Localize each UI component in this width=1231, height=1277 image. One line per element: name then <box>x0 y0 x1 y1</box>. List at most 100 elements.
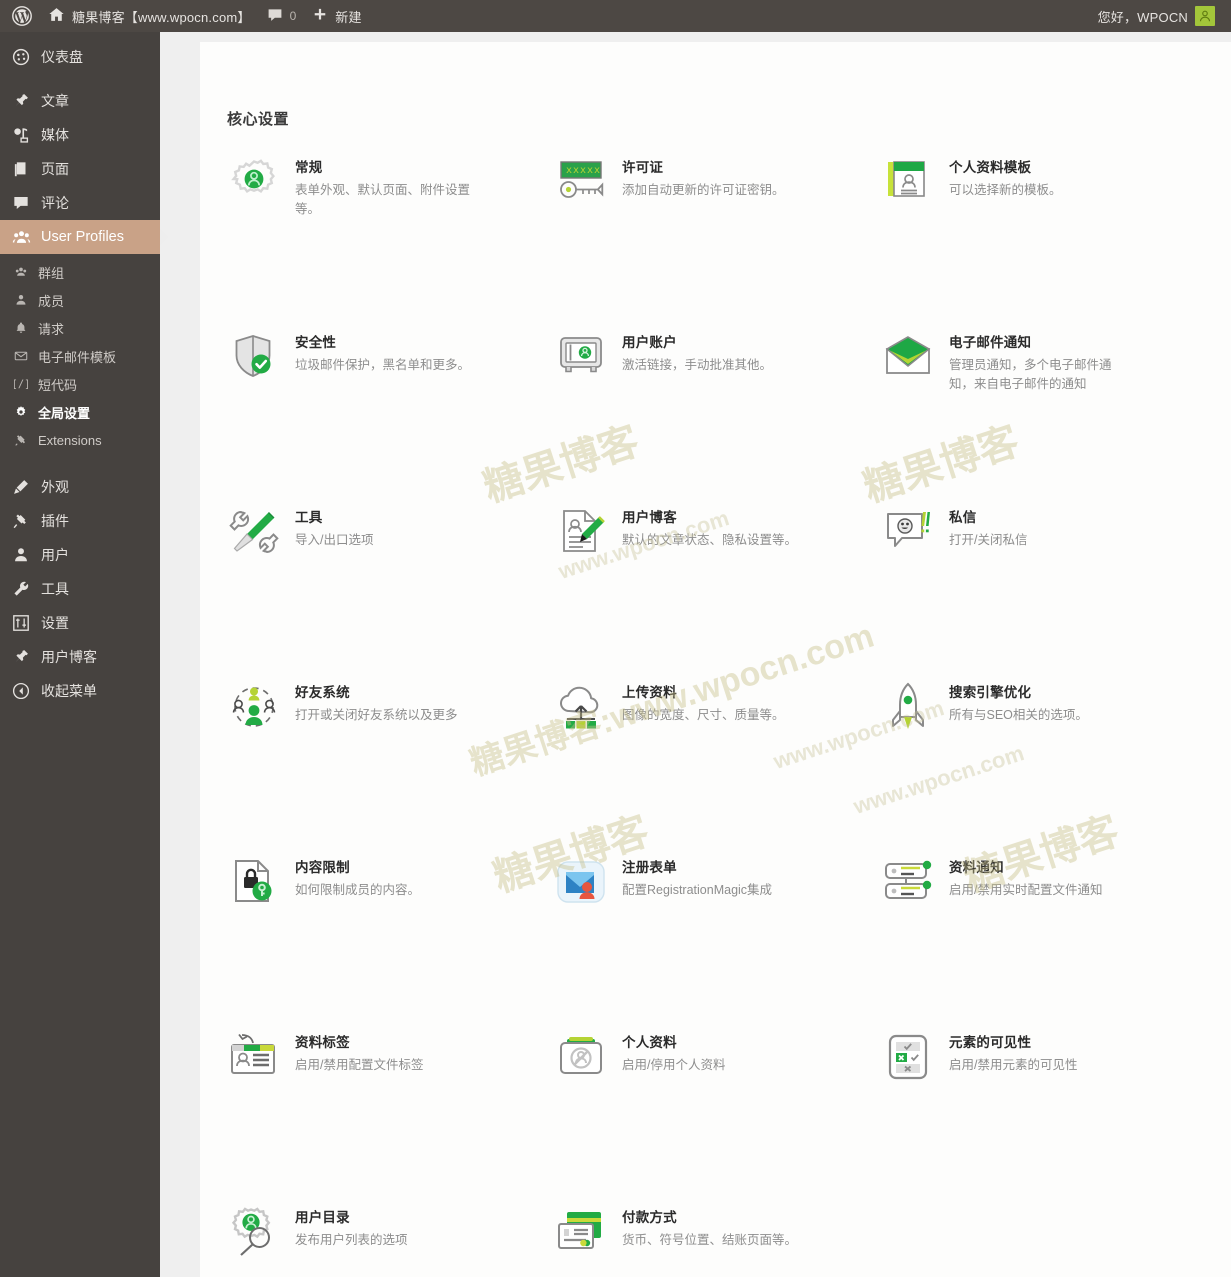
gear-person-icon <box>227 154 281 210</box>
admin-bar-right: 您好，WPOCN <box>1090 0 1231 32</box>
sidebar-item-user-blog[interactable]: 用户博客 <box>0 640 160 674</box>
settings-card-title: 上传资料 <box>622 685 677 700</box>
sidebar-item-settings[interactable]: 设置 <box>0 606 160 640</box>
settings-card-text: 付款方式 货币、符号位置、结账页面等。 <box>622 1204 797 1277</box>
sidebar-subitem-label: 全局设置 <box>38 405 91 421</box>
settings-card-personal-profile[interactable]: 个人资料 启用/停用个人资料 <box>527 1029 854 1204</box>
settings-card-text: 资料标签 启用/禁用配置文件标签 <box>295 1029 423 1204</box>
locked-document-icon <box>227 854 281 910</box>
users-group-icon <box>11 227 31 247</box>
settings-card-email-notifications[interactable]: 电子邮件通知 管理员通知，多个电子邮件通知，来自电子邮件的通知 <box>854 329 1194 504</box>
sidebar-subitem-members[interactable]: 成员 <box>0 286 160 314</box>
settings-card-desc: 表单外观、默认页面、附件设置等。 <box>295 183 471 217</box>
settings-card-seo[interactable]: 搜索引擎优化 所有与SEO相关的选项。 <box>854 679 1194 854</box>
new-content-button[interactable]: 新建 <box>304 0 369 32</box>
settings-card-user-blog[interactable]: 用户博客 默认的文章状态、隐私设置等。 <box>527 504 854 679</box>
envelope-icon <box>13 348 29 364</box>
sidebar-item-label: 用户博客 <box>41 649 97 665</box>
site-name-button[interactable]: 糖果博客【www.wpocn.com】 <box>40 0 259 32</box>
sidebar-subitem-extensions[interactable]: Extensions <box>0 426 160 454</box>
settings-card-private-messages[interactable]: 私信 打开/关闭私信 <box>854 504 1194 679</box>
member-icon <box>13 292 29 308</box>
toggle-list-icon <box>881 854 935 910</box>
friends-circle-icon <box>227 679 281 735</box>
sidebar-item-label: User Profiles <box>41 229 124 245</box>
sidebar-subitem-requests[interactable]: 请求 <box>0 314 160 342</box>
settings-card-user-directory[interactable]: 用户目录 发布用户列表的选项 <box>200 1204 527 1277</box>
plugin-icon <box>11 511 31 531</box>
site-title: 糖果博客【www.wpocn.com】 <box>72 9 251 25</box>
settings-card-text: 个人资料 启用/停用个人资料 <box>622 1029 725 1204</box>
settings-card-content-restriction[interactable]: 内容限制 如何限制成员的内容。 <box>200 854 527 1029</box>
settings-card-registration-form[interactable]: 注册表单 配置RegistrationMagic集成 <box>527 854 854 1029</box>
bell-icon <box>13 320 29 336</box>
settings-card-desc: 管理员通知，多个电子邮件通知，来自电子邮件的通知 <box>949 358 1112 392</box>
sidebar-subitem-groups[interactable]: 群组 <box>0 258 160 286</box>
main-content: 核心设置 常规 表单外观、默认页面、附件设置等。 xxxxx 许可证 添加自动更… <box>160 32 1231 1277</box>
sidebar-item-media[interactable]: 媒体 <box>0 118 160 152</box>
svg-text:x: x <box>573 165 579 176</box>
sidebar-item-pages[interactable]: 页面 <box>0 152 160 186</box>
settings-card-text: 用户博客 默认的文章状态、隐私设置等。 <box>622 504 797 679</box>
settings-card-title: 安全性 <box>295 335 337 350</box>
sidebar-item-comments[interactable]: 评论 <box>0 186 160 220</box>
sidebar-item-user-profiles[interactable]: User Profiles <box>0 220 168 254</box>
sidebar-item-users[interactable]: 用户 <box>0 538 160 572</box>
settings-card-payment[interactable]: 付款方式 货币、符号位置、结账页面等。 <box>527 1204 854 1277</box>
settings-card-license[interactable]: xxxxx 许可证 添加自动更新的许可证密钥。 <box>527 154 854 329</box>
settings-card-profile-tags[interactable]: 资料标签 启用/禁用配置文件标签 <box>200 1029 527 1204</box>
my-account-button[interactable]: 您好，WPOCN <box>1090 0 1223 32</box>
appearance-icon <box>11 477 31 497</box>
sidebar-item-label: 用户 <box>41 547 69 563</box>
settings-card-desc: 配置RegistrationMagic集成 <box>622 883 773 897</box>
sidebar-subitem-global-settings[interactable]: 全局设置 <box>0 398 160 426</box>
settings-row: 好友系统 打开或关闭好友系统以及更多 上传资料 图像的宽度、尺寸、质量等。 搜索… <box>200 679 1231 854</box>
media-icon <box>11 125 31 145</box>
sidebar-item-label: 设置 <box>41 615 69 631</box>
plus-icon <box>312 7 328 26</box>
settings-card-text: 内容限制 如何限制成员的内容。 <box>295 854 420 1029</box>
sidebar-item-collapse-menu[interactable]: 收起菜单 <box>0 674 160 708</box>
settings-card-title: 资料通知 <box>949 860 1004 875</box>
settings-card-title: 注册表单 <box>622 860 677 875</box>
sidebar-item-tools[interactable]: 工具 <box>0 572 160 606</box>
settings-card-title: 内容限制 <box>295 860 350 875</box>
comments-button[interactable]: 0 <box>259 0 305 32</box>
comment-icon <box>11 193 31 213</box>
settings-card-title: 个人资料模板 <box>949 160 1032 175</box>
settings-card-title: 元素的可见性 <box>949 1035 1032 1050</box>
sidebar-item-posts[interactable]: 文章 <box>0 84 160 118</box>
sidebar-item-label: 外观 <box>41 479 69 495</box>
wordpress-logo-button[interactable] <box>4 0 40 32</box>
settings-card-general[interactable]: 常规 表单外观、默认页面、附件设置等。 <box>200 154 527 329</box>
settings-card-desc: 垃圾邮件保护，黑名单和更多。 <box>295 358 471 372</box>
settings-card-element-visibility[interactable]: 元素的可见性 启用/禁用元素的可见性 <box>854 1029 1194 1204</box>
settings-card-title: 个人资料 <box>622 1035 677 1050</box>
settings-card-security[interactable]: 安全性 垃圾邮件保护，黑名单和更多。 <box>200 329 527 504</box>
sidebar-item-plugins[interactable]: 插件 <box>0 504 160 538</box>
sidebar-item-dashboard[interactable]: 仪表盘 <box>0 40 160 74</box>
comment-icon <box>267 7 283 26</box>
sidebar-subitem-shortcode[interactable]: [/] 短代码 <box>0 370 160 398</box>
profile-template-icon <box>881 154 935 210</box>
settings-card-profile-template[interactable]: 个人资料模板 可以选择新的模板。 <box>854 154 1194 329</box>
settings-card-user-accounts[interactable]: 用户账户 激活链接，手动批准其他。 <box>527 329 854 504</box>
checklist-visibility-icon <box>881 1029 935 1085</box>
svg-text:x: x <box>580 165 586 176</box>
sidebar-subitem-label: 群组 <box>38 265 65 281</box>
settings-card-desc: 所有与SEO相关的选项。 <box>949 708 1088 722</box>
settings-card-upload[interactable]: 上传资料 图像的宽度、尺寸、质量等。 <box>527 679 854 854</box>
gear-search-icon <box>227 1204 281 1260</box>
group-icon <box>13 264 29 280</box>
svg-text:x: x <box>566 165 572 176</box>
sidebar-subitem-email-templates[interactable]: 电子邮件模板 <box>0 342 160 370</box>
settings-card-desc: 打开/关闭私信 <box>949 533 1028 547</box>
envelope-open-icon <box>881 329 935 385</box>
settings-card-tools[interactable]: 工具 导入/出口选项 <box>200 504 527 679</box>
sidebar-item-appearance[interactable]: 外观 <box>0 470 160 504</box>
settings-card-profile-notifications[interactable]: 资料通知 启用/禁用实时配置文件通知 <box>854 854 1194 1029</box>
settings-card-friends[interactable]: 好友系统 打开或关闭好友系统以及更多 <box>200 679 527 854</box>
home-icon <box>48 6 65 26</box>
settings-card-text: 上传资料 图像的宽度、尺寸、质量等。 <box>622 679 785 854</box>
settings-card-text: 注册表单 配置RegistrationMagic集成 <box>622 854 772 1029</box>
